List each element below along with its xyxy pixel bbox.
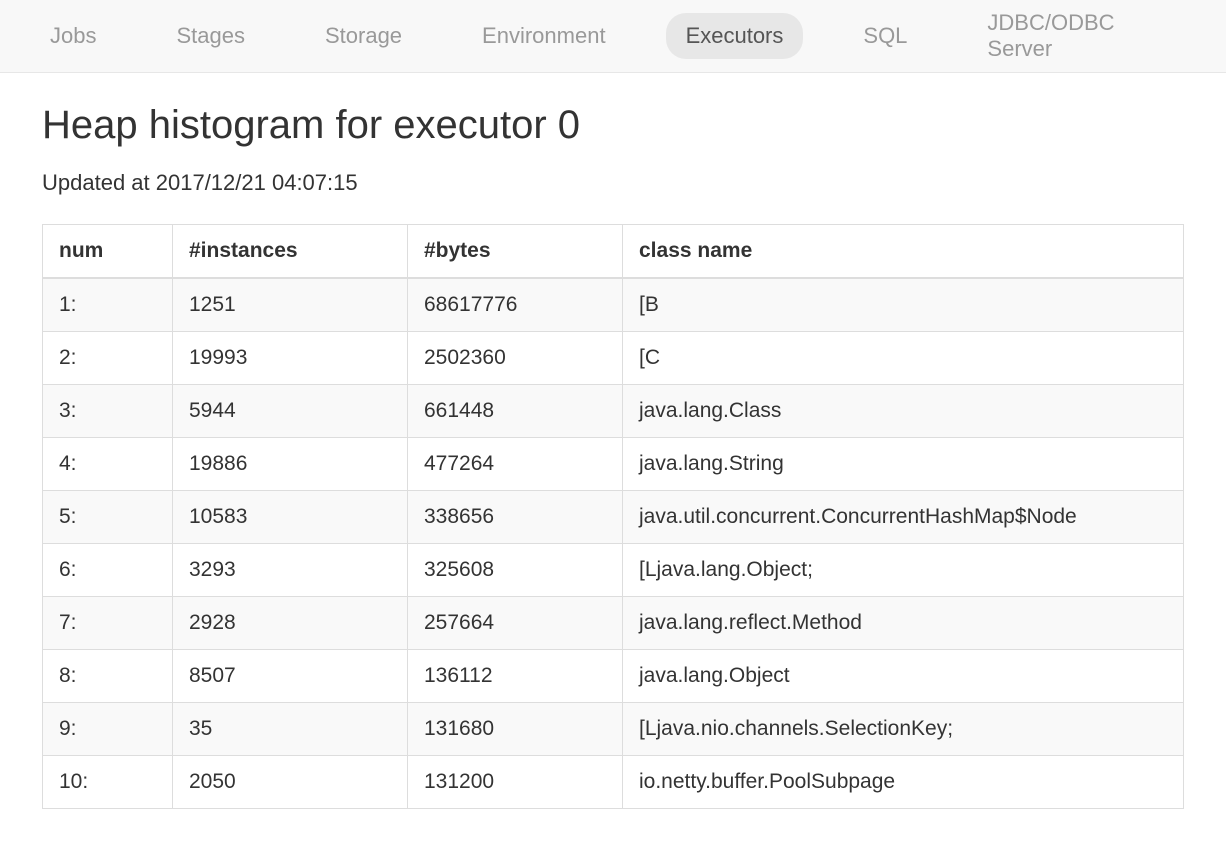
col-header-bytes[interactable]: #bytes [408, 225, 623, 279]
cell-instances: 19993 [173, 332, 408, 385]
cell-bytes: 661448 [408, 385, 623, 438]
cell-num: 4: [43, 438, 173, 491]
cell-instances: 2928 [173, 597, 408, 650]
cell-instances: 2050 [173, 756, 408, 809]
nav-link-environment[interactable]: Environment [462, 13, 626, 59]
cell-instances: 35 [173, 703, 408, 756]
cell-bytes: 338656 [408, 491, 623, 544]
table-row: 1:125168617776[B [43, 278, 1184, 332]
nav-tab-jdbc-odbc: JDBC/ODBC Server [967, 0, 1156, 72]
cell-num: 7: [43, 597, 173, 650]
table-row: 3:5944661448java.lang.Class [43, 385, 1184, 438]
table-row: 8:8507136112java.lang.Object [43, 650, 1184, 703]
cell-num: 8: [43, 650, 173, 703]
nav-link-stages[interactable]: Stages [156, 13, 265, 59]
nav-link-jdbc-odbc[interactable]: JDBC/ODBC Server [967, 0, 1156, 72]
cell-class-name: io.netty.buffer.PoolSubpage [623, 756, 1184, 809]
nav-tabs: Jobs Stages Storage Environment Executor… [0, 0, 1226, 72]
nav-tab-environment: Environment [462, 13, 626, 59]
cell-class-name: java.lang.String [623, 438, 1184, 491]
cell-bytes: 131200 [408, 756, 623, 809]
cell-num: 5: [43, 491, 173, 544]
updated-at: Updated at 2017/12/21 04:07:15 [42, 170, 1184, 196]
cell-num: 10: [43, 756, 173, 809]
nav-tab-storage: Storage [305, 13, 422, 59]
page-title: Heap histogram for executor 0 [42, 103, 1184, 148]
cell-bytes: 2502360 [408, 332, 623, 385]
cell-num: 9: [43, 703, 173, 756]
cell-class-name: java.lang.reflect.Method [623, 597, 1184, 650]
cell-num: 1: [43, 278, 173, 332]
cell-bytes: 257664 [408, 597, 623, 650]
cell-class-name: [C [623, 332, 1184, 385]
cell-bytes: 477264 [408, 438, 623, 491]
nav-link-executors[interactable]: Executors [666, 13, 804, 59]
nav-tab-jobs: Jobs [30, 13, 116, 59]
cell-instances: 1251 [173, 278, 408, 332]
table-row: 9:35131680[Ljava.nio.channels.SelectionK… [43, 703, 1184, 756]
cell-bytes: 68617776 [408, 278, 623, 332]
cell-bytes: 325608 [408, 544, 623, 597]
nav-tab-stages: Stages [156, 13, 265, 59]
cell-instances: 5944 [173, 385, 408, 438]
cell-num: 2: [43, 332, 173, 385]
col-header-class-name[interactable]: class name [623, 225, 1184, 279]
nav-link-storage[interactable]: Storage [305, 13, 422, 59]
main-container: Heap histogram for executor 0 Updated at… [0, 73, 1226, 829]
cell-class-name: java.lang.Class [623, 385, 1184, 438]
cell-num: 3: [43, 385, 173, 438]
nav-tab-sql: SQL [843, 13, 927, 59]
nav-link-sql[interactable]: SQL [843, 13, 927, 59]
cell-instances: 3293 [173, 544, 408, 597]
nav-link-jobs[interactable]: Jobs [30, 13, 116, 59]
table-row: 5:10583338656java.util.concurrent.Concur… [43, 491, 1184, 544]
table-row: 10:2050131200io.netty.buffer.PoolSubpage [43, 756, 1184, 809]
heap-histogram-table: num #instances #bytes class name 1:12516… [42, 224, 1184, 809]
top-navbar: Jobs Stages Storage Environment Executor… [0, 0, 1226, 73]
table-row: 6:3293325608[Ljava.lang.Object; [43, 544, 1184, 597]
table-row: 7:2928257664java.lang.reflect.Method [43, 597, 1184, 650]
col-header-num[interactable]: num [43, 225, 173, 279]
table-row: 2:199932502360[C [43, 332, 1184, 385]
cell-num: 6: [43, 544, 173, 597]
cell-class-name: [B [623, 278, 1184, 332]
table-row: 4:19886477264java.lang.String [43, 438, 1184, 491]
cell-class-name: java.lang.Object [623, 650, 1184, 703]
cell-instances: 19886 [173, 438, 408, 491]
cell-bytes: 136112 [408, 650, 623, 703]
cell-class-name: [Ljava.nio.channels.SelectionKey; [623, 703, 1184, 756]
cell-instances: 8507 [173, 650, 408, 703]
cell-class-name: [Ljava.lang.Object; [623, 544, 1184, 597]
cell-bytes: 131680 [408, 703, 623, 756]
table-header-row: num #instances #bytes class name [43, 225, 1184, 279]
cell-class-name: java.util.concurrent.ConcurrentHashMap$N… [623, 491, 1184, 544]
cell-instances: 10583 [173, 491, 408, 544]
col-header-instances[interactable]: #instances [173, 225, 408, 279]
nav-tab-executors: Executors [666, 13, 804, 59]
